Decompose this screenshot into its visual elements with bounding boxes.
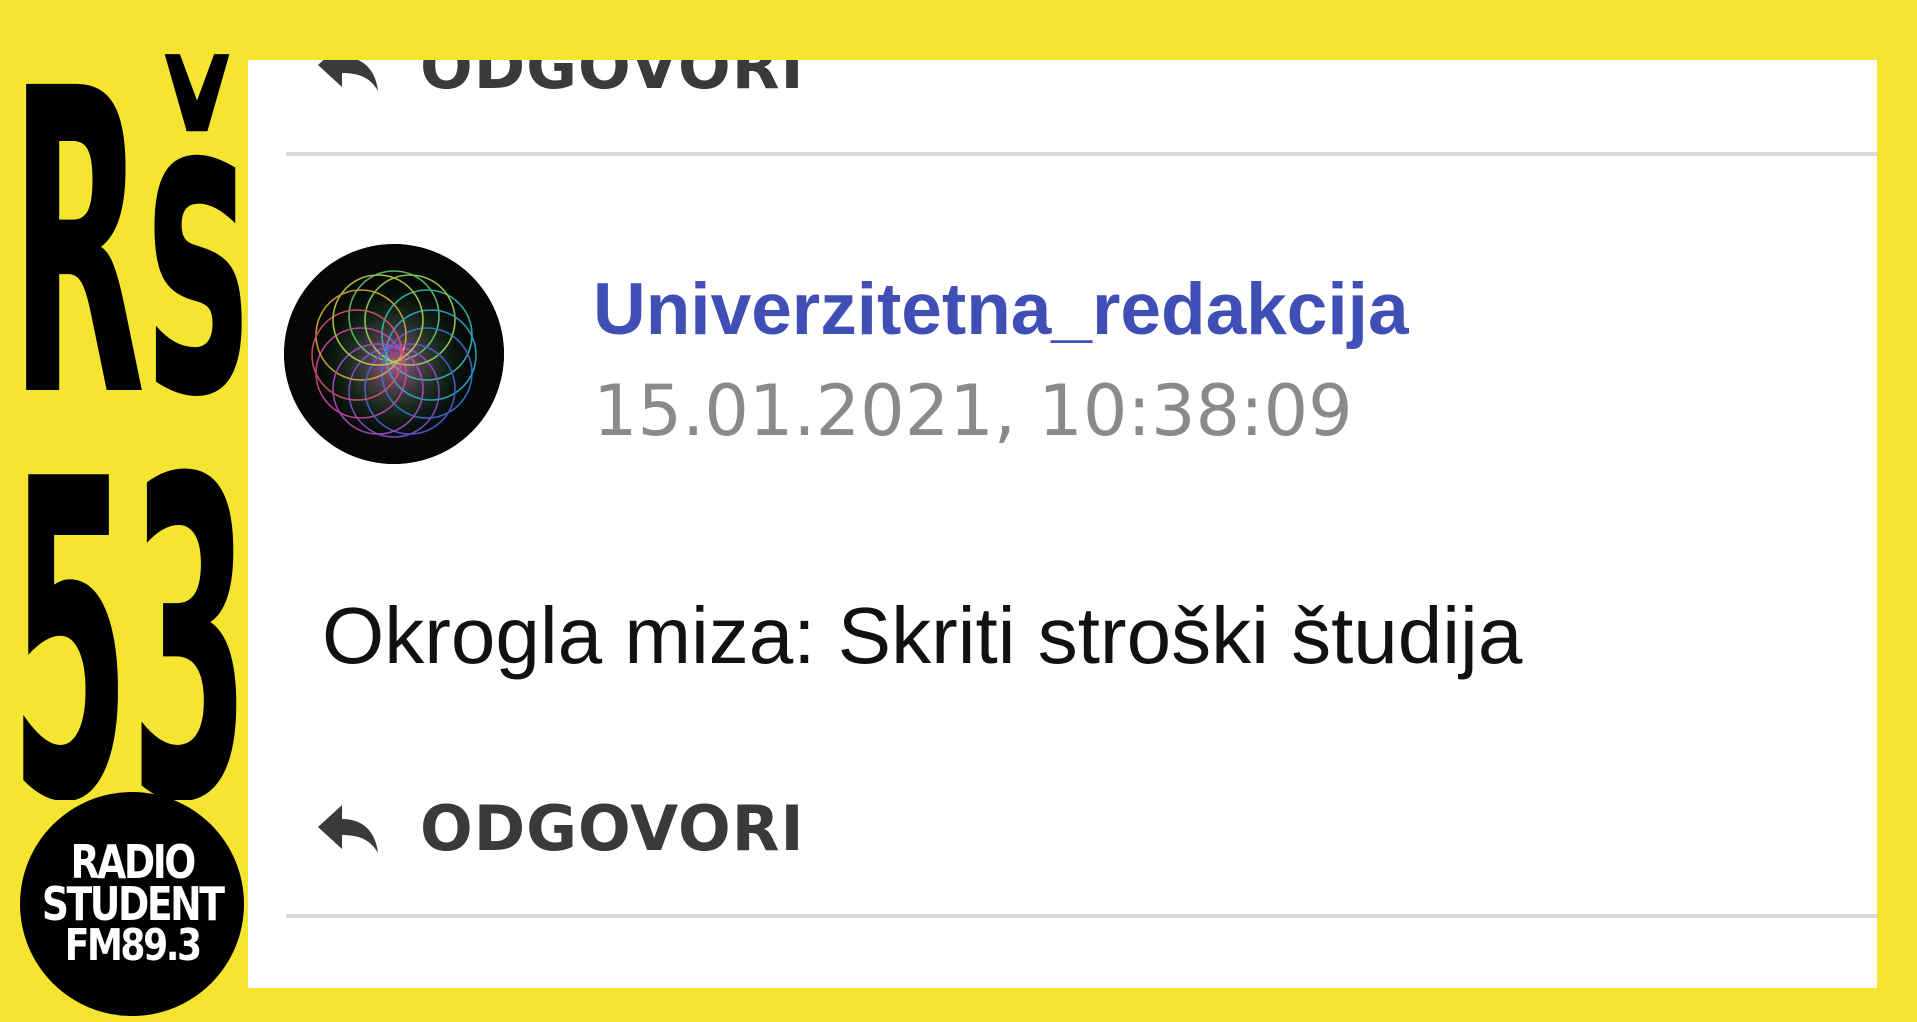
rs-logo-letters: Rš xyxy=(10,20,250,400)
post-text: Okrogla miza: Skriti stroški študija xyxy=(322,591,1523,680)
divider xyxy=(286,152,1877,156)
radio-student-badge: RADIO STUDENT FM89.3 xyxy=(20,792,244,1016)
reply-arrow-icon xyxy=(318,804,378,853)
reply-button[interactable]: ODGOVORI xyxy=(314,792,805,865)
divider xyxy=(286,914,1877,918)
comment-panel: ODGOVORI Univerzitetna_redakcija 15.01.2… xyxy=(248,60,1877,988)
side-logo: Rš 53 RADIO STUDENT FM89.3 xyxy=(0,0,250,1022)
reply-label: ODGOVORI xyxy=(420,792,805,865)
post-timestamp: 15.01.2021, 10:38:09 xyxy=(593,370,1353,452)
reply-arrow-icon xyxy=(318,60,378,91)
station-line-student: STUDENT xyxy=(41,877,225,931)
user-avatar[interactable] xyxy=(284,244,504,464)
post-username[interactable]: Univerzitetna_redakcija xyxy=(593,268,1409,351)
reply-button-previous[interactable]: ODGOVORI xyxy=(314,60,805,103)
number-53: 53 xyxy=(10,410,250,800)
reply-label: ODGOVORI xyxy=(420,60,805,103)
station-line-frequency: FM89.3 xyxy=(64,920,202,971)
spirograph-avatar-icon xyxy=(284,244,504,464)
rs-letters-text: Rš xyxy=(10,20,250,400)
number-53-text: 53 xyxy=(10,410,250,800)
